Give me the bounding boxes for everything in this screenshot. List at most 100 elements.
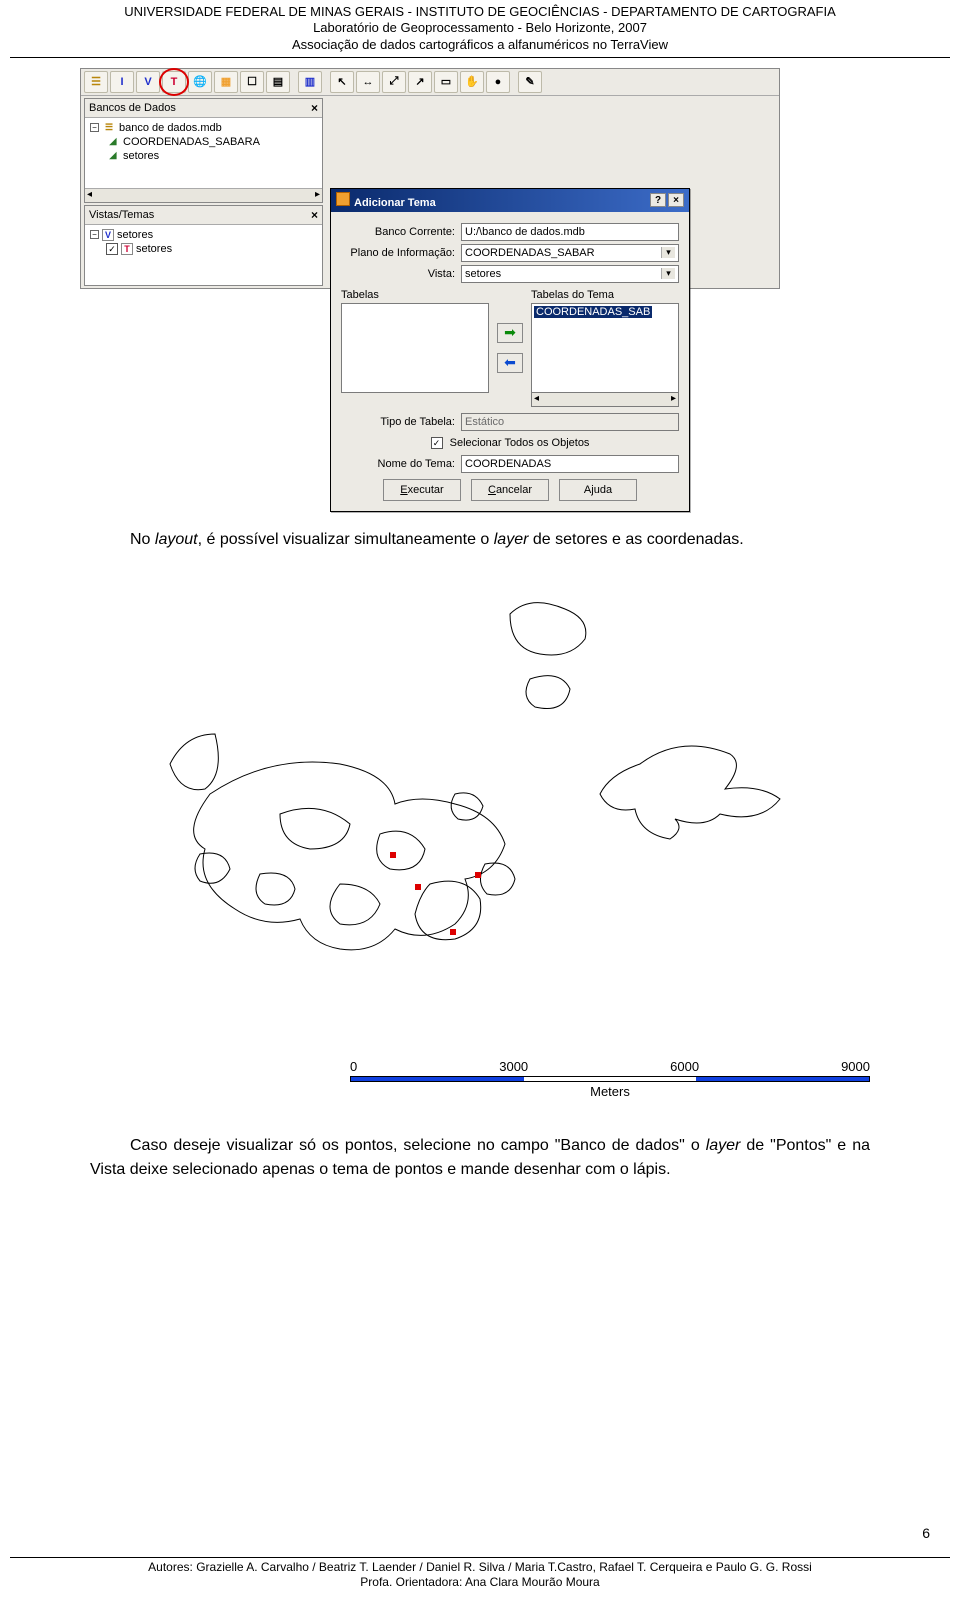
scale-unit: Meters xyxy=(350,1084,870,1099)
info-icon[interactable]: I xyxy=(110,71,134,93)
multi-icon[interactable]: ▤ xyxy=(266,71,290,93)
tree-collapse-icon[interactable]: − xyxy=(90,230,99,239)
tree-label: setores xyxy=(123,150,159,162)
tree-label: setores xyxy=(136,243,172,255)
layer-icon: ◢ xyxy=(106,150,120,162)
dialog-icon xyxy=(336,192,350,206)
execute-button[interactable]: Executar xyxy=(383,479,461,501)
listbox-scrollbar[interactable]: ◂▸ xyxy=(531,393,679,407)
checkbox-icon[interactable]: ✓ xyxy=(106,243,118,255)
page-number: 6 xyxy=(922,1525,930,1541)
panel-scrollbar[interactable]: ◂▸ xyxy=(85,188,322,202)
tipo-field: Estático xyxy=(461,413,679,431)
footer-line1: Autores: Grazielle A. Carvalho / Beatriz… xyxy=(20,1560,940,1576)
close-icon[interactable]: × xyxy=(311,208,318,222)
map-scalebar: 0 3000 6000 9000 Meters xyxy=(350,1059,870,1099)
scale-tick: 6000 xyxy=(670,1059,699,1074)
scale-tick: 0 xyxy=(350,1059,357,1074)
dialog-title: Adicionar Tema xyxy=(354,197,436,209)
tree-layer-row[interactable]: ◢ COORDENADAS_SABARA xyxy=(88,135,319,149)
tabelas-tema-item[interactable]: COORDENADAS_SAB xyxy=(534,306,652,318)
theme-icon: T xyxy=(121,243,133,255)
move-left-button[interactable]: ⬅ xyxy=(497,353,523,373)
checkbox-icon[interactable]: ✓ xyxy=(431,437,443,449)
help-button-icon[interactable]: ? xyxy=(650,193,666,207)
tree-view-root[interactable]: − V setores xyxy=(88,228,319,242)
layout-icon[interactable]: ▥ xyxy=(298,71,322,93)
plano-combo[interactable]: COORDENADAS_SABAR ▾ xyxy=(461,244,679,262)
dialog-titlebar[interactable]: Adicionar Tema ? × xyxy=(331,189,689,212)
plano-label: Plano de Informação: xyxy=(341,247,461,259)
tabelas-tema-listbox[interactable]: COORDENADAS_SAB xyxy=(531,303,679,393)
app-toolbar: ☰ I V T 🌐 ▦ ☐ ▤ ▥ ↖ ↔ ⤢ ↗ ▭ ✋ ● ✎ xyxy=(81,69,779,96)
banco-value: U:/\banco de dados.mdb xyxy=(465,226,585,238)
tree-label: COORDENADAS_SABARA xyxy=(123,136,260,148)
vista-value: setores xyxy=(465,268,501,280)
tree-layer-row[interactable]: ◢ setores xyxy=(88,149,319,163)
cancel-button[interactable]: Cancelar xyxy=(471,479,549,501)
header-line3: Associação de dados cartográficos a alfa… xyxy=(10,37,950,53)
footer-rule xyxy=(10,1557,950,1558)
select-all-label: Selecionar Todos os Objetos xyxy=(450,437,590,449)
tabelas-listbox[interactable] xyxy=(341,303,489,393)
header-line2: Laboratório de Geoprocessamento - Belo H… xyxy=(10,20,950,36)
chevron-down-icon[interactable]: ▾ xyxy=(661,247,675,258)
para1-layout: layout xyxy=(155,531,198,548)
close-icon[interactable]: × xyxy=(311,101,318,115)
tree-label: setores xyxy=(117,229,153,241)
view-icon: V xyxy=(102,229,114,241)
pointer-icon[interactable]: ↖ xyxy=(330,71,354,93)
map-figure: 0 3000 6000 9000 Meters xyxy=(80,584,880,1104)
map-svg xyxy=(80,584,880,1104)
para2-a: Caso deseje visualizar só os pontos, sel… xyxy=(130,1137,706,1154)
move-right-button[interactable]: ➡ xyxy=(497,323,523,343)
tree-theme-row[interactable]: ✓ T setores xyxy=(88,242,319,256)
views-panel-title: Vistas/Temas xyxy=(89,209,154,221)
rect-icon[interactable]: ▭ xyxy=(434,71,458,93)
select-all-row[interactable]: ✓ Selecionar Todos os Objetos xyxy=(341,437,679,449)
tabelas-tema-label: Tabelas do Tema xyxy=(531,289,679,301)
page-header: UNIVERSIDADE FEDERAL DE MINAS GERAIS - I… xyxy=(0,0,960,55)
help-button[interactable]: Ajuda xyxy=(559,479,637,501)
banco-label: Banco Corrente: xyxy=(341,226,461,238)
hand-icon[interactable]: ✋ xyxy=(460,71,484,93)
pan-icon[interactable]: ↔ xyxy=(356,71,380,93)
database-icon[interactable]: ☰ xyxy=(84,71,108,93)
header-line1: UNIVERSIDADE FEDERAL DE MINAS GERAIS - I… xyxy=(10,4,950,20)
tipo-value: Estático xyxy=(465,416,504,428)
pencil-icon[interactable]: ✎ xyxy=(518,71,542,93)
body-text-1: No layout, é possível visualizar simulta… xyxy=(0,508,960,574)
nome-label: Nome do Tema: xyxy=(341,458,461,470)
para1-e: de setores e as coordenadas. xyxy=(528,531,743,548)
tree-collapse-icon[interactable]: − xyxy=(90,123,99,132)
theme-icon[interactable]: T xyxy=(162,71,186,93)
window-icon[interactable]: ☐ xyxy=(240,71,264,93)
globe-icon[interactable]: 🌐 xyxy=(188,71,212,93)
tipo-label: Tipo de Tabela: xyxy=(341,416,461,428)
app-icon[interactable]: ▦ xyxy=(214,71,238,93)
para1-a: No xyxy=(130,531,155,548)
para2-layer: layer xyxy=(706,1137,741,1154)
nome-field[interactable]: COORDENADAS xyxy=(461,455,679,473)
circle-icon[interactable]: ● xyxy=(486,71,510,93)
tree-db-root[interactable]: − ☰ banco de dados.mdb xyxy=(88,121,319,135)
scale-tick: 3000 xyxy=(499,1059,528,1074)
tree-label: banco de dados.mdb xyxy=(119,122,222,134)
footer-line2: Profa. Orientadora: Ana Clara Mourão Mou… xyxy=(20,1575,940,1591)
close-icon[interactable]: × xyxy=(668,193,684,207)
arrow-left-icon: ⬅ xyxy=(504,354,516,371)
sel-icon[interactable]: ↗ xyxy=(408,71,432,93)
zoom-icon[interactable]: ⤢ xyxy=(382,71,406,93)
view-icon[interactable]: V xyxy=(136,71,160,93)
vista-combo[interactable]: setores ▾ xyxy=(461,265,679,283)
para1-layer: layer xyxy=(494,531,529,548)
page-footer: Autores: Grazielle A. Carvalho / Beatriz… xyxy=(0,1560,960,1591)
databases-panel: Bancos de Dados × − ☰ banco de dados.mdb… xyxy=(84,98,323,203)
chevron-down-icon[interactable]: ▾ xyxy=(661,268,675,279)
scale-tick: 9000 xyxy=(841,1059,870,1074)
body-text-2: Caso deseje visualizar só os pontos, sel… xyxy=(0,1114,960,1204)
add-theme-dialog: Adicionar Tema ? × Banco Corrente: U:/\b… xyxy=(330,188,690,512)
arrow-right-icon: ➡ xyxy=(504,324,516,341)
plano-value: COORDENADAS_SABAR xyxy=(465,247,595,259)
database-icon: ☰ xyxy=(102,122,116,134)
